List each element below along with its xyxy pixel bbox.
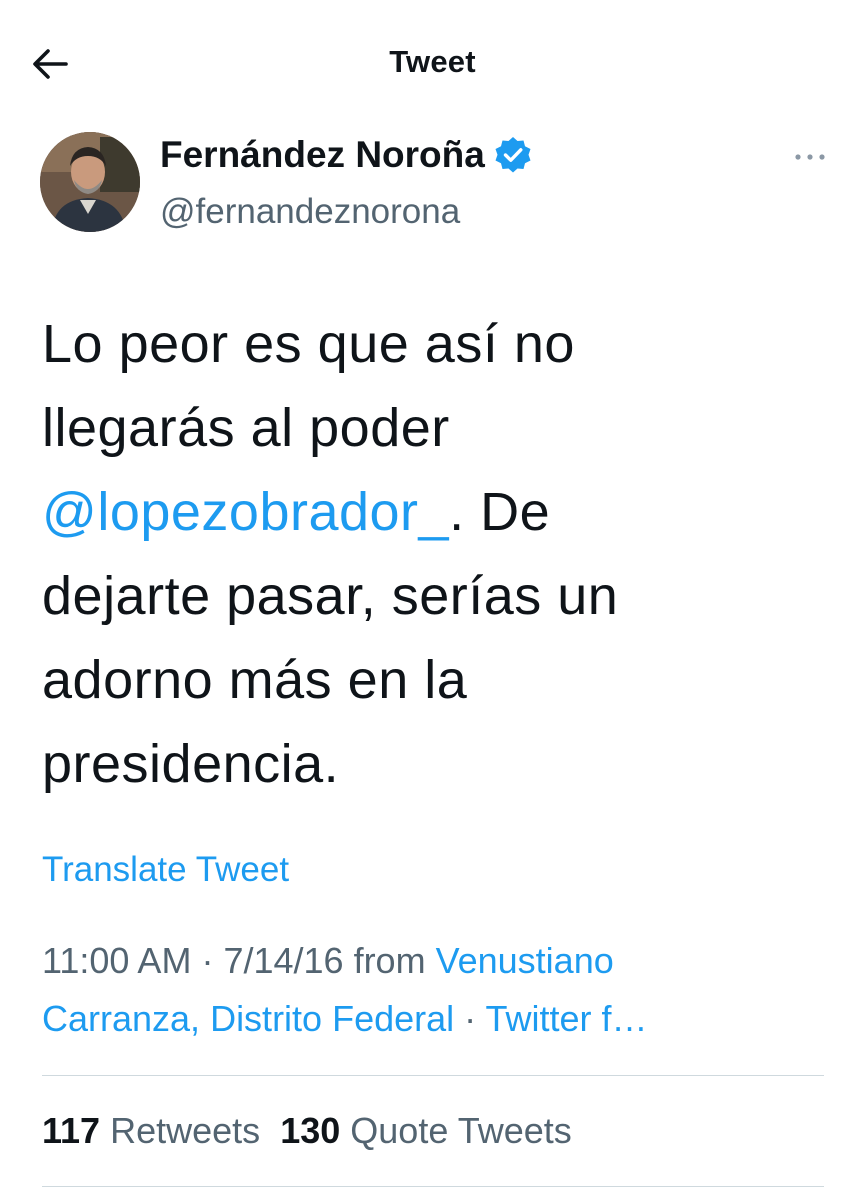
tweet-text-line: adorno más en la: [42, 650, 468, 710]
metadata-line: Carranza, Distrito Federal · Twitter f…: [42, 990, 832, 1048]
divider: [42, 1075, 824, 1076]
tweet-text-line: Lo peor es que así no: [42, 314, 575, 374]
more-options-icon[interactable]: [790, 142, 830, 172]
translate-tweet-link[interactable]: Translate Tweet: [42, 850, 289, 890]
location-link[interactable]: Venustiano: [436, 940, 614, 981]
tweet-text: Lo peor es que así no llegarás al poder …: [42, 302, 822, 806]
quote-tweets-label: Quote Tweets: [350, 1110, 572, 1151]
tweet-date[interactable]: 7/14/16: [223, 940, 343, 981]
source-link[interactable]: Twitter f…: [485, 998, 647, 1039]
page-title: Tweet: [389, 44, 476, 79]
tweet-text-line: llegarás al poder: [42, 398, 450, 458]
tweet-text-line: @lopezobrador_. De: [42, 470, 822, 554]
avatar[interactable]: [40, 132, 140, 232]
retweets-count: 117: [42, 1110, 101, 1151]
location-link[interactable]: Carranza, Distrito Federal: [42, 998, 454, 1039]
divider: [42, 1186, 824, 1187]
mention-link[interactable]: @lopezobrador_: [42, 482, 449, 542]
tweet-time: 11:00 AM: [42, 940, 192, 981]
separator: ·: [191, 940, 224, 981]
top-bar: Tweet: [0, 0, 865, 128]
tweet-author: Fernández Noroña @fernandeznorona: [40, 130, 830, 240]
verified-badge-icon: [493, 135, 533, 175]
tweet-metadata: 11:00 AM · 7/14/16 from Venustiano Carra…: [42, 932, 832, 1048]
tweet-text-fragment: . De: [449, 482, 551, 542]
display-name-row: Fernández Noroña: [160, 134, 533, 176]
tweet-text-line: dejarte pasar, serías un: [42, 566, 619, 626]
metadata-line: 11:00 AM · 7/14/16 from Venustiano: [42, 932, 832, 990]
display-name[interactable]: Fernández Noroña: [160, 134, 485, 176]
retweets-label: Retweets: [110, 1110, 261, 1151]
quote-tweets-stat[interactable]: 130 Quote Tweets: [280, 1110, 572, 1151]
retweets-stat[interactable]: 117 Retweets: [42, 1110, 260, 1151]
from-label: from: [343, 940, 436, 981]
tweet-stats: 117 Retweets 130 Quote Tweets: [42, 1110, 572, 1152]
tweet-text-line: presidencia.: [42, 734, 340, 794]
quote-tweets-count: 130: [280, 1110, 341, 1151]
separator: ·: [454, 998, 486, 1039]
user-handle[interactable]: @fernandeznorona: [160, 192, 460, 232]
